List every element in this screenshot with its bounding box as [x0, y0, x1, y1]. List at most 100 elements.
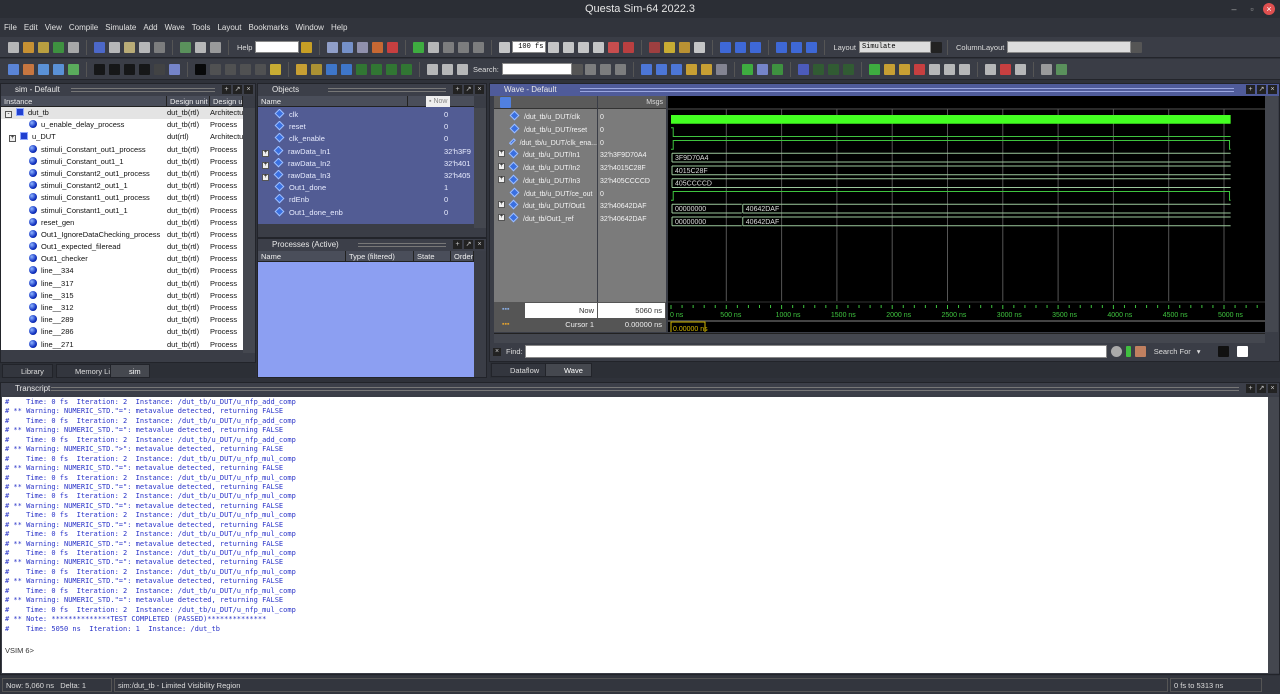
dock-icon[interactable]: +: [1246, 384, 1255, 393]
wave-signal-name[interactable]: /dut_tb/u_DUT/clk: [494, 110, 597, 125]
expand-toggle[interactable]: +: [498, 201, 505, 209]
step-back-over-icon[interactable]: [791, 41, 803, 53]
mem-profile-icon[interactable]: [679, 41, 691, 53]
cursor-x-icon[interactable]: [943, 63, 955, 75]
add-dataflow-icon[interactable]: [53, 63, 64, 75]
expand-toggle[interactable]: +: [498, 214, 505, 221]
open-icon[interactable]: [23, 41, 34, 53]
expand-toggle[interactable]: -: [5, 111, 12, 118]
wave-icon[interactable]: [342, 41, 354, 53]
sim-tree-row[interactable]: stimuli_Constant2_out1_1 dut_tb(rtl) Proce…: [1, 180, 243, 192]
sim-tree-row[interactable]: line__271 dut_tb(rtl) Process: [1, 339, 243, 350]
object-row[interactable]: Out1_done 1: [258, 182, 474, 194]
prev-edge-icon[interactable]: [326, 63, 337, 75]
wave-signal-name[interactable]: + /dut_tb/u_DUT/In2: [494, 161, 597, 176]
menu-view[interactable]: View: [45, 23, 62, 32]
edge3-icon[interactable]: [386, 63, 397, 75]
object-row[interactable]: Out1_done_enb 0: [258, 206, 474, 219]
undock-icon[interactable]: ↗: [1257, 85, 1266, 94]
delete-cursor-icon[interactable]: [311, 63, 322, 75]
save-icon[interactable]: [38, 41, 49, 53]
col-design-unit-type[interactable]: Design unit type: [210, 96, 243, 106]
object-row[interactable]: rdEnb 0: [258, 194, 474, 206]
sim-tree-row[interactable]: - dut_tb dut_tb(rtl) Architecture: [1, 107, 243, 120]
profile-icon[interactable]: [649, 41, 661, 53]
menu-layout[interactable]: Layout: [217, 23, 241, 32]
traffic-light-icon[interactable]: [270, 63, 281, 75]
cursor-lock-icon[interactable]: [883, 63, 895, 75]
menu-tools[interactable]: Tools: [192, 23, 211, 32]
help-input[interactable]: [255, 41, 300, 53]
menu-add[interactable]: Add: [143, 23, 157, 32]
zero-icon[interactable]: [109, 63, 120, 75]
close-button[interactable]: ×: [1263, 3, 1275, 15]
sim-tree-row[interactable]: Out1_IgnoreDataChecking_process dut_tb(rt…: [1, 229, 243, 241]
object-row[interactable]: reset 0: [258, 121, 474, 133]
undock-icon[interactable]: ↗: [464, 85, 473, 94]
tab-dataflow[interactable]: Dataflow: [491, 363, 549, 377]
split-icon[interactable]: [255, 63, 266, 75]
reload-icon[interactable]: [1014, 63, 1026, 75]
list-icon[interactable]: [210, 41, 221, 53]
wave-format2-icon[interactable]: [756, 63, 768, 75]
wave-sig3-icon[interactable]: [827, 63, 839, 75]
run-all-icon[interactable]: [578, 41, 590, 53]
edge2-icon[interactable]: [371, 63, 382, 75]
sim-tree-row[interactable]: Out1_checker dut_tb(rtl) Process: [1, 253, 243, 265]
wave-format-icon[interactable]: [741, 63, 753, 75]
chevron-down-icon[interactable]: [1131, 41, 1143, 53]
undock-icon[interactable]: ↗: [1257, 384, 1266, 393]
tab-sim[interactable]: sim: [110, 364, 150, 378]
cursor-snap-icon[interactable]: [928, 63, 940, 75]
dock-icon[interactable]: +: [222, 85, 231, 94]
sim-tree-row[interactable]: line__315 dut_tb(rtl) Process: [1, 290, 243, 302]
expand-toggle[interactable]: +: [9, 135, 16, 143]
help-query-icon[interactable]: [301, 41, 313, 53]
print-icon[interactable]: [68, 41, 79, 53]
object-row[interactable]: clk_enable 0: [258, 133, 474, 145]
add-log-icon[interactable]: [38, 63, 49, 75]
continue-icon[interactable]: [563, 41, 575, 53]
layout-icon[interactable]: [1040, 63, 1052, 75]
step-back-icon[interactable]: [776, 41, 788, 53]
sim-tree-row[interactable]: u_enable_delay_process dut_tb(rtl) Process: [1, 119, 243, 131]
x-icon[interactable]: [124, 63, 135, 75]
zoom-out-icon[interactable]: [655, 63, 667, 75]
layers-icon[interactable]: [210, 63, 221, 75]
bus-icon[interactable]: [154, 63, 165, 75]
undo-icon[interactable]: [139, 41, 150, 53]
run-icon[interactable]: [499, 41, 511, 53]
wave-signal-name[interactable]: + /dut_tb/u_DUT/Out1: [494, 199, 597, 214]
undock-icon[interactable]: ↗: [464, 240, 473, 249]
column-layout-select[interactable]: [1007, 41, 1132, 53]
copy-icon[interactable]: [109, 41, 120, 53]
delete-icon[interactable]: [387, 41, 399, 53]
close-icon[interactable]: ×: [1268, 85, 1277, 94]
window-icon[interactable]: [1055, 63, 1067, 75]
collapse-icon[interactable]: [442, 63, 453, 75]
cover-icon[interactable]: [694, 41, 706, 53]
minimize-button[interactable]: –: [1228, 3, 1240, 15]
cursor-del-icon[interactable]: [913, 63, 925, 75]
wave-sig4-icon[interactable]: [842, 63, 854, 75]
maximize-button[interactable]: ▫: [1246, 3, 1258, 15]
tab-library[interactable]: Library: [2, 364, 53, 378]
expand-toggle[interactable]: +: [262, 161, 269, 169]
search-next-icon[interactable]: [599, 63, 611, 75]
wave-signal-name[interactable]: + /dut_tb/Out1_ref: [494, 212, 597, 227]
cut-icon[interactable]: [94, 41, 105, 53]
expand-toggle[interactable]: +: [498, 175, 505, 183]
sim-tree-row[interactable]: stimuli_Constant2_out1_process dut_tb(rtl…: [1, 168, 243, 180]
close-icon[interactable]: ×: [475, 85, 484, 94]
signal-group-icon[interactable]: [500, 97, 511, 108]
wave-canvas[interactable]: 3F9D70A4 4015C28F 405CCCCD 00000000 40642DAF…: [668, 96, 1265, 332]
object-row[interactable]: + rawData_In3 32'h405: [258, 169, 474, 182]
edge4-icon[interactable]: [401, 63, 412, 75]
zoom-last-icon[interactable]: [715, 63, 727, 75]
search-input[interactable]: [501, 63, 572, 75]
regex-checkbox[interactable]: [1236, 346, 1248, 357]
forward-icon[interactable]: [473, 41, 485, 53]
col-state[interactable]: State: [414, 251, 451, 261]
remove-icon[interactable]: [999, 63, 1011, 75]
find-icon[interactable]: [195, 41, 206, 53]
